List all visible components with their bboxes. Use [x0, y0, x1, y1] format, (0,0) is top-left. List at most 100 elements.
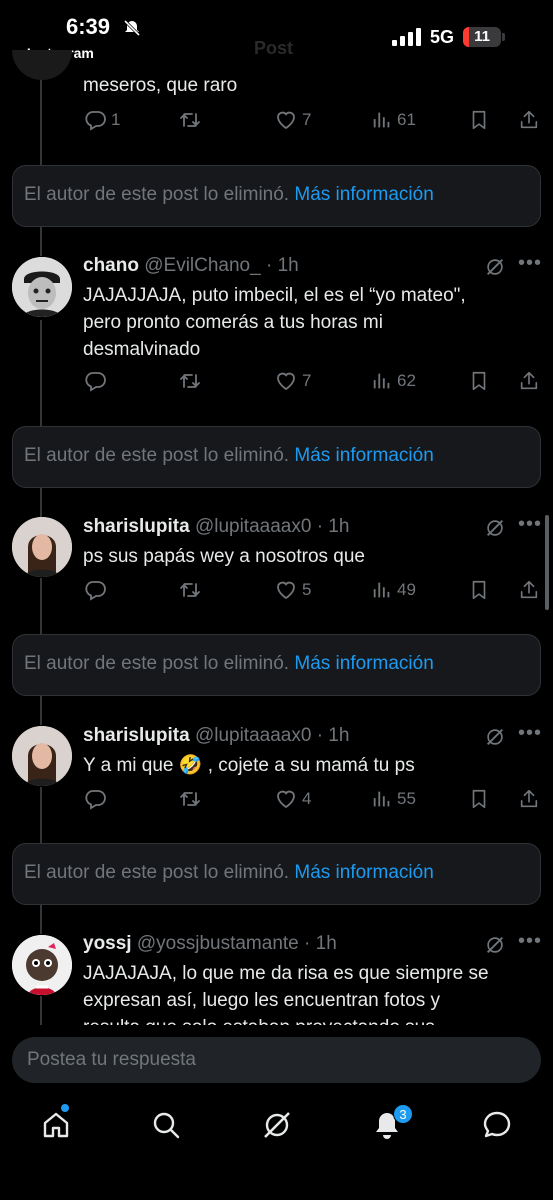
reply-button[interactable]: 1	[83, 107, 120, 133]
thread-line	[40, 487, 42, 517]
repost-button[interactable]	[178, 107, 202, 133]
grok-icon[interactable]	[484, 726, 506, 753]
tweet-text: JAJAJJAJA, puto imbecil, el es el “yo ma…	[83, 282, 503, 363]
share-button[interactable]	[518, 786, 540, 812]
share-button[interactable]	[518, 577, 540, 603]
grok-icon[interactable]	[484, 517, 506, 544]
bookmark-button[interactable]	[468, 786, 490, 812]
reply-icon	[83, 787, 107, 811]
status-time: 6:39	[66, 14, 111, 39]
reply-input[interactable]: Postea tu respuesta	[12, 1037, 541, 1083]
views-button[interactable]: 55	[371, 786, 416, 812]
tweet-time: · 1h	[265, 255, 299, 276]
tweet-header: chano @EvilChano_ · 1h	[83, 255, 299, 277]
like-button[interactable]: 7	[274, 368, 311, 394]
like-button[interactable]: 7	[274, 107, 311, 133]
author-handle[interactable]: @lupitaaaax0	[195, 516, 311, 537]
thread-line	[40, 996, 42, 1026]
avatar[interactable]	[12, 726, 72, 786]
views-button[interactable]: 49	[371, 577, 416, 603]
author-name[interactable]: chano	[83, 255, 139, 276]
battery-level: 11	[474, 28, 490, 45]
repost-button[interactable]	[178, 577, 202, 603]
header-title: Post	[254, 38, 294, 58]
thread-line	[40, 70, 42, 165]
tweet-actions: 1 7 61	[83, 107, 545, 133]
tweet-text-line: meseros, que raro	[83, 75, 238, 96]
more-icon[interactable]: •••	[518, 513, 542, 536]
reply-bar: Postea tu respuesta	[0, 1025, 553, 1095]
bookmark-button[interactable]	[468, 577, 490, 603]
deleted-post-notice: El autor de este post lo eliminó. Más in…	[12, 634, 541, 696]
deleted-post-notice: El autor de este post lo eliminó. Más in…	[12, 165, 541, 227]
deleted-post-notice: El autor de este post lo eliminó. Más in…	[12, 426, 541, 488]
author-handle[interactable]: @EvilChano_	[144, 255, 260, 276]
more-info-link[interactable]: Más información	[294, 862, 433, 883]
thread-line	[40, 695, 42, 725]
search-icon[interactable]	[150, 1109, 182, 1141]
reply-button[interactable]	[83, 577, 107, 603]
more-icon[interactable]: •••	[518, 930, 542, 953]
avatar[interactable]	[12, 517, 72, 577]
like-icon	[274, 787, 298, 811]
bookmark-icon	[468, 788, 490, 810]
notifications-badge: 3	[393, 1104, 413, 1124]
share-button[interactable]	[518, 368, 540, 394]
avatar[interactable]	[12, 935, 72, 995]
network-type: 5G	[430, 27, 455, 47]
reply-icon	[83, 578, 107, 602]
reply-icon	[83, 108, 107, 132]
like-icon	[274, 369, 298, 393]
tweet-header: yossj @yossjbustamante · 1h	[83, 933, 337, 955]
tweet-text: Y a mi que 🤣 , cojete a su mamá tu ps	[83, 752, 503, 779]
more-icon[interactable]: •••	[518, 252, 542, 275]
tweet-time: · 1h	[316, 725, 350, 746]
tweet-text-line: expresan así, luego les encuentran fotos…	[83, 990, 441, 1011]
grok-icon[interactable]	[484, 934, 506, 961]
more-info-link[interactable]: Más información	[294, 184, 433, 205]
bookmark-button[interactable]	[468, 368, 490, 394]
like-button[interactable]: 4	[274, 786, 311, 812]
grok-nav-icon[interactable]	[261, 1109, 293, 1141]
tweet-text: meseros, que raro	[83, 72, 503, 99]
like-button[interactable]: 5	[274, 577, 311, 603]
share-button[interactable]	[518, 107, 540, 133]
views-button[interactable]: 61	[371, 107, 416, 133]
views-icon	[371, 109, 393, 131]
author-name[interactable]: yossj	[83, 933, 132, 954]
deleted-text: El autor de este post lo eliminó.	[24, 653, 290, 674]
bookmark-icon	[468, 370, 490, 392]
reply-button[interactable]	[83, 786, 107, 812]
views-button[interactable]: 62	[371, 368, 416, 394]
author-name[interactable]: sharislupita	[83, 725, 190, 746]
repost-button[interactable]	[178, 368, 202, 394]
scrollbar[interactable]	[545, 515, 549, 610]
deleted-text: El autor de este post lo eliminó.	[24, 445, 290, 466]
bookmark-icon	[468, 109, 490, 131]
tweet-text-line: pero pronto comerás a tus horas mi	[83, 312, 383, 333]
avatar[interactable]	[12, 257, 72, 317]
messages-icon[interactable]	[481, 1109, 513, 1141]
thread-line	[40, 320, 42, 426]
more-info-link[interactable]: Más información	[294, 653, 433, 674]
author-handle[interactable]: @yossjbustamante	[137, 933, 299, 954]
repost-icon	[178, 108, 202, 132]
tweet-text-line: ps sus papás wey a nosotros que	[83, 546, 366, 567]
bookmark-button[interactable]	[468, 107, 490, 133]
more-icon[interactable]: •••	[518, 722, 542, 745]
home-icon[interactable]	[40, 1109, 72, 1141]
repost-button[interactable]	[178, 786, 202, 812]
reply-button[interactable]	[83, 368, 107, 394]
author-handle[interactable]: @lupitaaaax0	[195, 725, 311, 746]
repost-icon	[178, 578, 202, 602]
grok-icon[interactable]	[484, 256, 506, 283]
deleted-text: El autor de este post lo eliminó.	[24, 862, 290, 883]
thread-line	[40, 787, 42, 843]
share-icon	[518, 788, 540, 810]
tweet-text-line: JAJAJJAJA, puto imbecil, el es el “yo ma…	[83, 285, 466, 306]
more-info-link[interactable]: Más información	[294, 445, 433, 466]
avatar[interactable]	[12, 50, 72, 80]
like-icon	[274, 108, 298, 132]
author-name[interactable]: sharislupita	[83, 516, 190, 537]
views-icon	[371, 579, 393, 601]
